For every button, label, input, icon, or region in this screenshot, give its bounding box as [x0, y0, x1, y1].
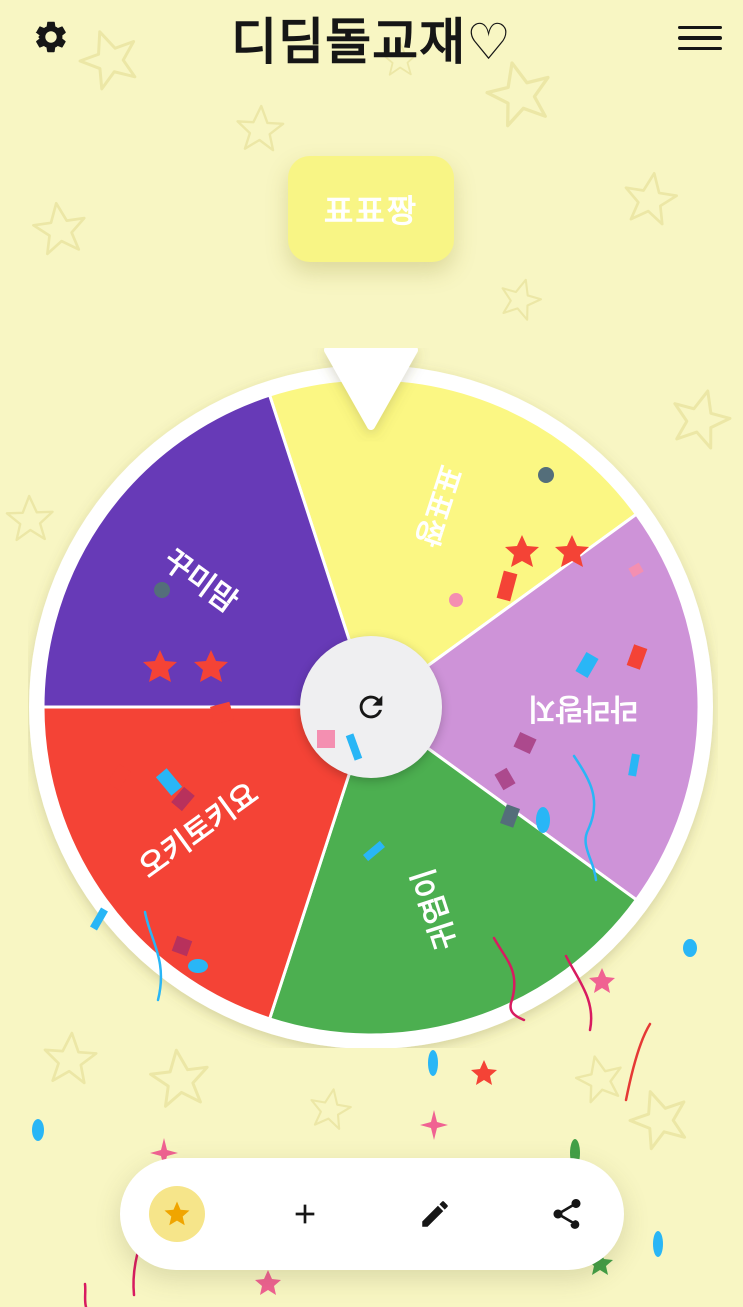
- background-star: [495, 273, 547, 323]
- page-title: 디딤돌교재♡: [231, 13, 512, 71]
- hamburger-menu-icon: [678, 25, 722, 30]
- result-label: 표표짱: [323, 192, 419, 230]
- spin-button[interactable]: [300, 636, 442, 778]
- background-star: [571, 1050, 628, 1106]
- share-icon: [553, 1199, 581, 1229]
- edit-button[interactable]: [407, 1186, 463, 1242]
- favorite-button[interactable]: [149, 1186, 205, 1242]
- background-star: [29, 198, 90, 257]
- share-button[interactable]: [539, 1186, 595, 1242]
- spin-wheel[interactable]: 표표짱 라라랑지 귀염이 오키토키요 꾸미맘: [28, 348, 718, 1048]
- refresh-icon: [359, 695, 383, 719]
- background-star: [619, 167, 681, 227]
- background-star: [235, 103, 286, 152]
- background-star: [306, 1084, 355, 1132]
- top-bar: 디딤돌교재♡: [0, 0, 743, 80]
- result-box: 표표짱: [288, 156, 454, 262]
- wheel-segment-label: 라라랑지: [528, 691, 638, 726]
- bottom-toolbar: [120, 1158, 624, 1270]
- star-icon: [164, 1201, 190, 1226]
- background-star: [146, 1045, 213, 1110]
- plus-icon: [295, 1204, 315, 1224]
- menu-button[interactable]: [678, 18, 722, 58]
- background-star: [621, 1080, 697, 1154]
- pencil-icon: [422, 1201, 448, 1227]
- add-button[interactable]: [277, 1186, 333, 1242]
